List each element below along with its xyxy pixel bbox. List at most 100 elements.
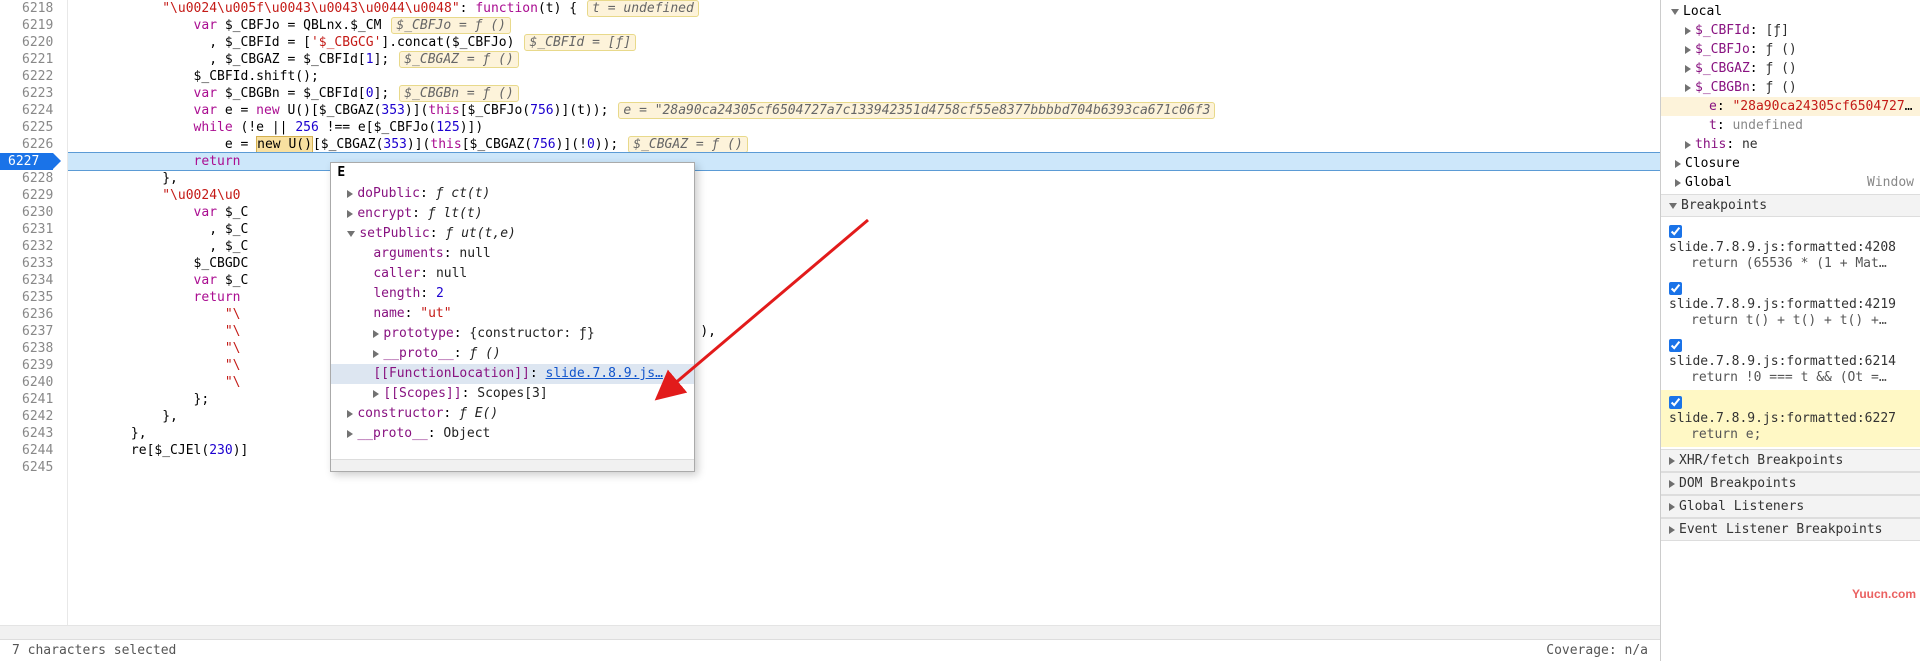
breakpoint-item[interactable]: slide.7.8.9.js:formatted:4219return t() … [1661, 276, 1920, 333]
line-number[interactable]: 6229 [0, 187, 53, 204]
line-number[interactable]: 6233 [0, 255, 53, 272]
line-number[interactable]: 6235 [0, 289, 53, 306]
object-preview-popup[interactable]: E doPublic: ƒ ct(t)encrypt: ƒ lt(t)setPu… [330, 162, 695, 472]
line-number[interactable]: 6226 [0, 136, 53, 153]
scope-variable[interactable]: $_CBGBn: ƒ () [1661, 78, 1920, 97]
scope-variable[interactable]: $_CBGAZ: ƒ () [1661, 59, 1920, 78]
line-number-gutter[interactable]: 6218621962206221622262236224622562266227… [0, 0, 68, 625]
xhr-breakpoints-header[interactable]: XHR/fetch Breakpoints [1661, 449, 1920, 472]
code-line[interactable]: "\ [68, 374, 1660, 391]
property-row[interactable]: constructor: ƒ E() [331, 404, 694, 424]
code-line[interactable]: $_CBFId.shift(); [68, 68, 1660, 85]
line-number[interactable]: 6219 [0, 17, 53, 34]
breakpoint-item[interactable]: slide.7.8.9.js:formatted:6214return !0 =… [1661, 333, 1920, 390]
code-line[interactable]: e = new U()[$_CBGAZ(353)](this[$_CBGAZ(7… [68, 136, 1660, 153]
code-line[interactable]: , $_CBFId = ['$_CBGCG'].concat($_CBFJo)$… [68, 34, 1660, 51]
code-area[interactable]: 6218621962206221622262236224622562266227… [0, 0, 1660, 625]
property-row[interactable]: length: 2 [331, 284, 694, 304]
horizontal-scrollbar[interactable] [0, 625, 1660, 639]
line-number[interactable]: 6242 [0, 408, 53, 425]
breakpoint-checkbox[interactable] [1669, 396, 1682, 409]
property-row[interactable]: setPublic: ƒ ut(t,e) [331, 224, 694, 244]
scope-variable[interactable]: e: "28a90ca24305cf6504727a… [1661, 97, 1920, 116]
line-number[interactable]: 6245 [0, 459, 53, 476]
scope-variable[interactable]: t: undefined [1661, 116, 1920, 135]
code-line[interactable]: var e = new U()[$_CBGAZ(353)](this[$_CBF… [68, 102, 1660, 119]
popup-body[interactable]: doPublic: ƒ ct(t)encrypt: ƒ lt(t)setPubl… [331, 182, 694, 459]
line-number[interactable]: 6232 [0, 238, 53, 255]
line-number[interactable]: 6225 [0, 119, 53, 136]
line-number[interactable]: 6221 [0, 51, 53, 68]
code-line[interactable]: "\u0024\u0 [68, 187, 1660, 204]
scope-variable[interactable]: this: ne [1661, 135, 1920, 154]
breakpoint-item[interactable]: slide.7.8.9.js:formatted:4208return (655… [1661, 219, 1920, 276]
line-number[interactable]: 6236 [0, 306, 53, 323]
property-row[interactable]: name: "ut" [331, 304, 694, 324]
breakpoint-checkbox[interactable] [1669, 339, 1682, 352]
line-number[interactable]: 6240 [0, 374, 53, 391]
breakpoint-checkbox[interactable] [1669, 282, 1682, 295]
code-line[interactable]: re[$_CJEl(230)] [68, 442, 1660, 459]
code-line[interactable]: var $_C [68, 272, 1660, 289]
event-listener-bp-header[interactable]: Event Listener Breakpoints [1661, 518, 1920, 541]
breakpoint-item[interactable]: slide.7.8.9.js:formatted:6227return e; [1661, 390, 1920, 447]
code-line[interactable]: "\u0024\u005f\u0043\u0043\u0044\u0048": … [68, 0, 1660, 17]
line-number[interactable]: 6238 [0, 340, 53, 357]
code-line[interactable]: }, [68, 408, 1660, 425]
property-row[interactable]: doPublic: ƒ ct(t) [331, 184, 694, 204]
line-number[interactable]: 6239 [0, 357, 53, 374]
code-line[interactable]: "\), [68, 323, 1660, 340]
breakpoints-header[interactable]: Breakpoints [1661, 194, 1920, 217]
code-line[interactable]: , $_C [68, 238, 1660, 255]
popup-scrollbar[interactable] [331, 459, 694, 471]
property-row[interactable]: arguments: null [331, 244, 694, 264]
global-listeners-header[interactable]: Global Listeners [1661, 495, 1920, 518]
code-line[interactable]: var $_C [68, 204, 1660, 221]
line-number[interactable]: 6218 [0, 0, 53, 17]
property-row[interactable]: [[Scopes]]: Scopes[3] [331, 384, 694, 404]
line-number[interactable]: 6222 [0, 68, 53, 85]
code-line[interactable]: }, [68, 425, 1660, 442]
scope-variable[interactable]: $_CBFId: [ƒ] [1661, 21, 1920, 40]
code-line[interactable]: $_CBGDC [68, 255, 1660, 272]
dom-breakpoints-header[interactable]: DOM Breakpoints [1661, 472, 1920, 495]
line-number[interactable]: 6228 [0, 170, 53, 187]
line-number[interactable]: 6224 [0, 102, 53, 119]
scope-variable[interactable]: $_CBFJo: ƒ () [1661, 40, 1920, 59]
scope-local-header[interactable]: Local [1661, 2, 1920, 21]
line-number[interactable]: 6237 [0, 323, 53, 340]
line-number[interactable]: 6220 [0, 34, 53, 51]
line-number[interactable]: 6223 [0, 85, 53, 102]
code-lines[interactable]: "\u0024\u005f\u0043\u0043\u0044\u0048": … [68, 0, 1660, 625]
code-line[interactable]: return [68, 153, 1660, 170]
code-line[interactable]: "\ [68, 340, 1660, 357]
code-line[interactable]: }, [68, 170, 1660, 187]
line-number[interactable]: 6241 [0, 391, 53, 408]
code-line[interactable]: "\ [68, 357, 1660, 374]
line-number[interactable]: 6230 [0, 204, 53, 221]
scope-closure[interactable]: Closure [1661, 154, 1920, 173]
line-number[interactable]: 6234 [0, 272, 53, 289]
function-location-link[interactable]: slide.7.8.9.js… [546, 366, 663, 381]
breakpoint-checkbox[interactable] [1669, 225, 1682, 238]
code-line[interactable]: while (!e || 256 !== e[$_CBFJo(125)]) [68, 119, 1660, 136]
line-number[interactable]: 6243 [0, 425, 53, 442]
property-row[interactable]: __proto__: Object [331, 424, 694, 444]
code-line[interactable]: var $_CBGBn = $_CBFId[0];$_CBGBn = ƒ () [68, 85, 1660, 102]
code-line[interactable]: return [68, 289, 1660, 306]
line-number[interactable]: 6231 [0, 221, 53, 238]
code-line[interactable]: , $_CBGAZ = $_CBFId[1];$_CBGAZ = ƒ () [68, 51, 1660, 68]
property-row[interactable]: __proto__: ƒ () [331, 344, 694, 364]
code-line[interactable] [68, 459, 1660, 476]
line-number[interactable]: 6244 [0, 442, 53, 459]
property-row[interactable]: caller: null [331, 264, 694, 284]
property-row[interactable]: [[FunctionLocation]]: slide.7.8.9.js… [331, 364, 694, 384]
code-line[interactable]: var $_CBFJo = QBLnx.$_CM$_CBFJo = ƒ () [68, 17, 1660, 34]
code-line[interactable]: "\ [68, 306, 1660, 323]
scope-global[interactable]: GlobalWindow [1661, 173, 1920, 192]
line-number[interactable]: 6227 [0, 153, 53, 170]
property-row[interactable]: encrypt: ƒ lt(t) [331, 204, 694, 224]
code-line[interactable]: }; [68, 391, 1660, 408]
code-line[interactable]: , $_C [68, 221, 1660, 238]
property-row[interactable]: prototype: {constructor: ƒ} [331, 324, 694, 344]
